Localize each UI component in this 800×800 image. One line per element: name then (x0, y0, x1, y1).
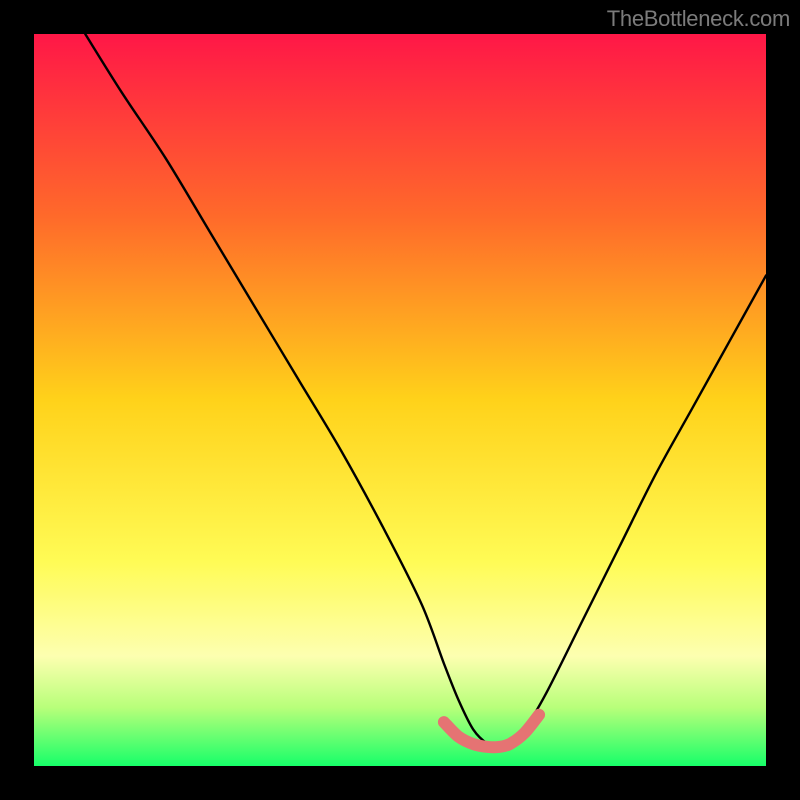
chart-container: { "watermark": "TheBottleneck.com", "cha… (0, 0, 800, 800)
bottleneck-chart (0, 0, 800, 800)
plot-background (34, 34, 766, 766)
watermark-text: TheBottleneck.com (607, 6, 790, 32)
